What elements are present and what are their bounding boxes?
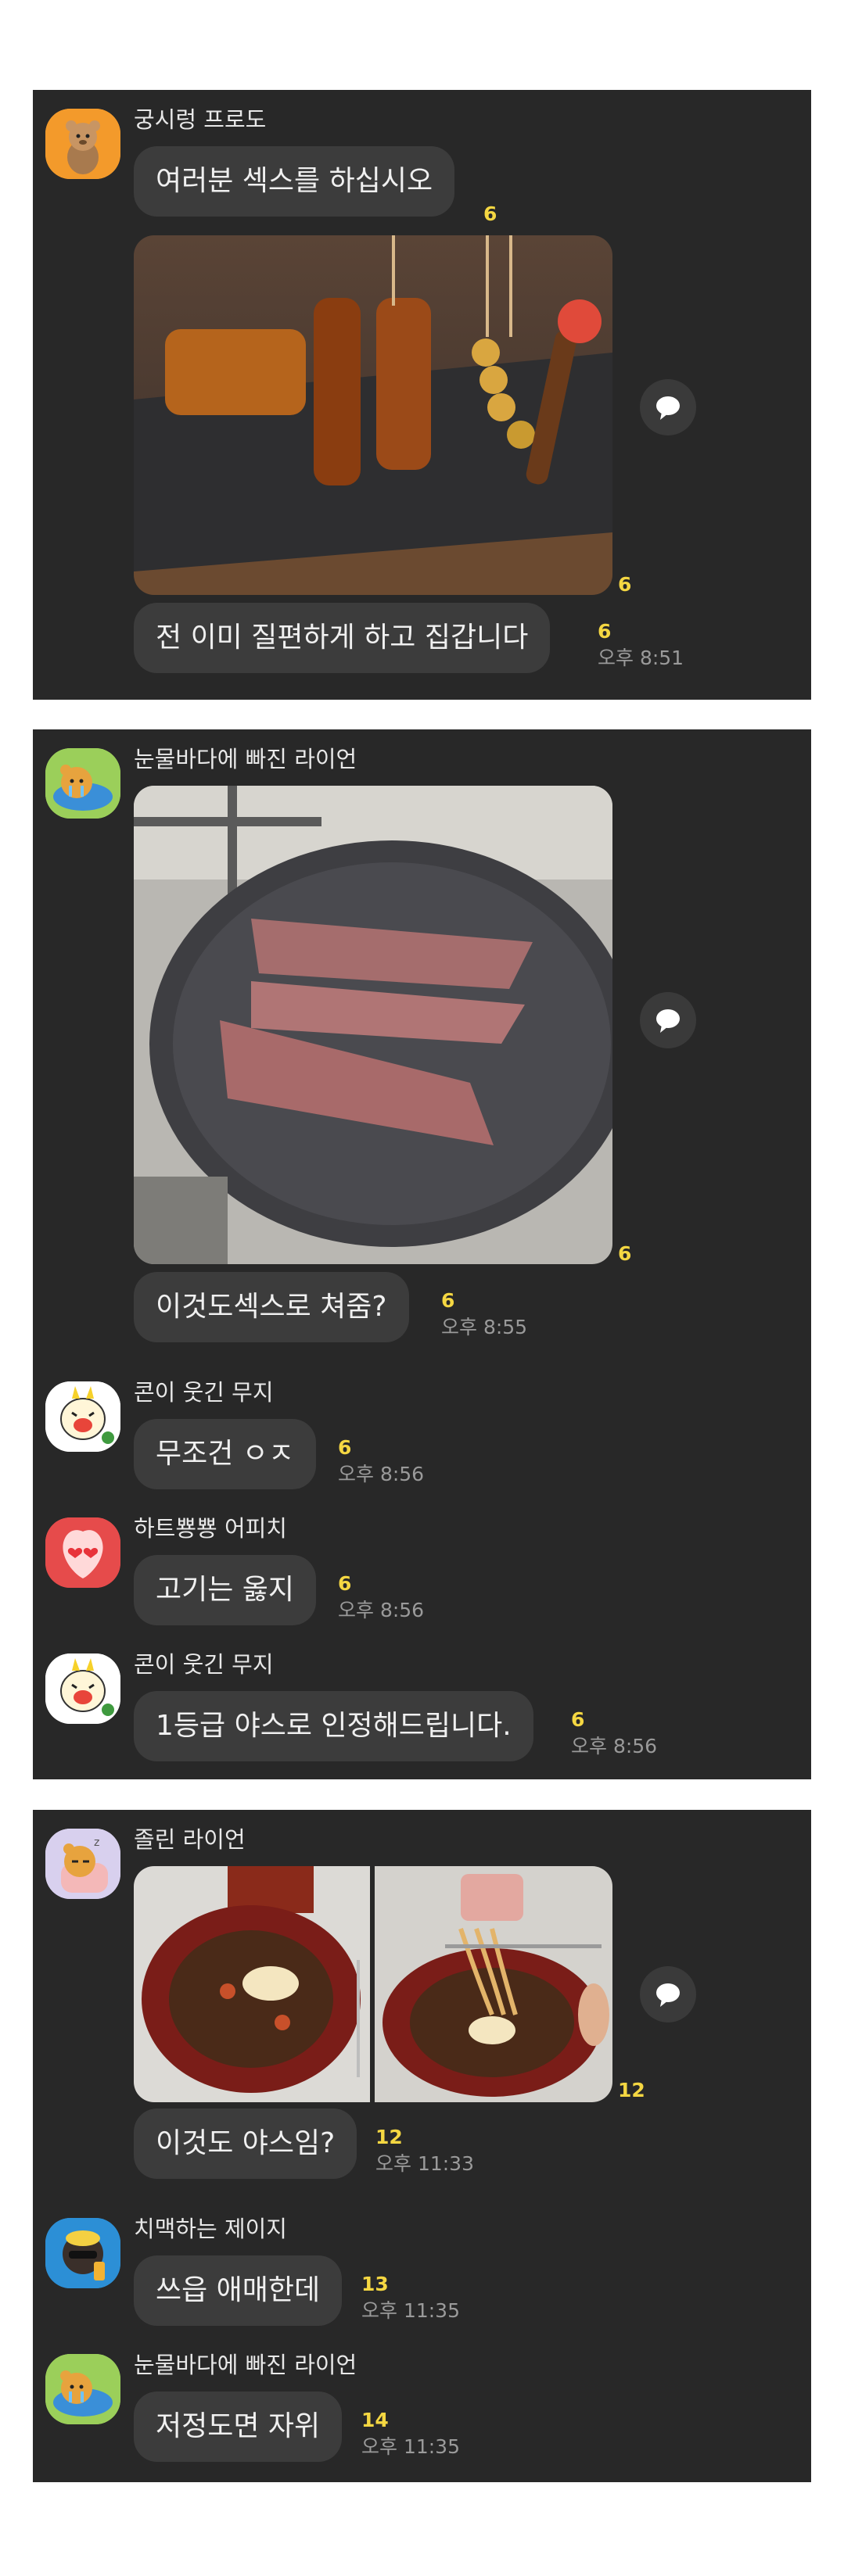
yakitori-image	[134, 235, 612, 595]
ryan-tears-avatar-icon	[45, 748, 120, 819]
photo-unread-count: 6	[618, 1242, 632, 1265]
chat-panel-1: 궁시렁 프로도 여러분 섹스를 하십시오 6 6 전 이미 질편하게 하고 집갑…	[33, 90, 811, 700]
unread-count: 13	[361, 2273, 389, 2295]
muzi-laugh-avatar[interactable]	[45, 1653, 120, 1724]
message-bubble[interactable]: 1등급 야스로 인정해드립니다.	[134, 1691, 533, 1761]
share-button[interactable]	[640, 992, 696, 1048]
photo-yakitori[interactable]	[134, 235, 612, 595]
share-button[interactable]	[640, 379, 696, 435]
ryan-tears-avatar[interactable]	[45, 748, 120, 819]
message-bubble[interactable]: 이것도섹스로 쳐줌?	[134, 1272, 409, 1342]
chat-panel-3: z 졸린 라이언 12 이것도 야스임? 12 오후 11:33 치맥하는 제이…	[33, 1810, 811, 2482]
share-icon	[656, 1009, 680, 1033]
apeach-heart-avatar-icon	[45, 1517, 120, 1588]
jay-g-avatar[interactable]	[45, 2218, 120, 2288]
message-time: 오후 8:56	[338, 1599, 425, 1621]
message-time: 오후 8:51	[598, 647, 684, 669]
noodle-lift-image	[375, 1866, 612, 2102]
unread-count: 6	[338, 1436, 352, 1459]
message-time: 오후 8:56	[571, 1735, 658, 1757]
message-bubble[interactable]: 무조건 ㅇㅈ	[134, 1419, 317, 1489]
noodle-bowl-image	[134, 1866, 370, 2102]
message-bubble[interactable]: 이것도 야스임?	[134, 2108, 357, 2179]
sender-name: 눈물바다에 빠진 라이언	[134, 2352, 357, 2378]
message-bubble[interactable]: 전 이미 질편하게 하고 집갑니다	[134, 603, 551, 673]
photo-noodle-bowl-2[interactable]	[375, 1866, 612, 2102]
message-time: 오후 11:33	[375, 2152, 474, 2175]
unread-count: 6	[571, 1708, 585, 1731]
apeach-heart-avatar[interactable]	[45, 1517, 120, 1588]
share-icon	[656, 396, 680, 420]
share-button[interactable]	[640, 1966, 696, 2022]
ryan-tears-avatar[interactable]	[45, 2354, 120, 2424]
photo-unread-count: 6	[618, 573, 632, 596]
message-bubble[interactable]: 여러분 섹스를 하십시오	[134, 146, 455, 217]
message-time: 오후 8:55	[441, 1316, 528, 1338]
ryan-sleepy-avatar-icon: z	[45, 1829, 120, 1899]
message-bubble[interactable]: 쓰읍 애매한데	[134, 2255, 343, 2326]
message-time: 오후 11:35	[361, 2299, 460, 2322]
jay-g-avatar-icon	[45, 2218, 120, 2288]
svg-text:z: z	[94, 1836, 99, 1849]
unread-count: 12	[375, 2126, 403, 2148]
ryan-sleepy-avatar[interactable]: z	[45, 1829, 120, 1899]
message-bubble[interactable]: 저정도면 자위	[134, 2391, 343, 2462]
message-time: 오후 8:56	[338, 1463, 425, 1485]
unread-count: 14	[361, 2409, 389, 2431]
chat-panel-2: 눈물바다에 빠진 라이언 6 이것도섹스로 쳐줌? 6 오후 8:55 콘이 웃…	[33, 729, 811, 1779]
frodo-avatar-icon	[45, 109, 120, 179]
message-time: 오후 11:35	[361, 2435, 460, 2458]
frodo-avatar[interactable]	[45, 109, 120, 179]
unread-count: 6	[441, 1289, 455, 1312]
muzi-laugh-avatar[interactable]	[45, 1381, 120, 1452]
ryan-tears-avatar-icon	[45, 2354, 120, 2424]
unread-count: 6	[483, 202, 497, 225]
sender-name: 눈물바다에 빠진 라이언	[134, 746, 357, 772]
steak-pan-image	[134, 786, 612, 1264]
photo-noodle-bowl-1[interactable]	[134, 1866, 370, 2102]
muzi-laugh-avatar-icon	[45, 1653, 120, 1724]
share-icon	[656, 1983, 680, 2007]
message-bubble[interactable]: 고기는 옳지	[134, 1555, 317, 1625]
photo-unread-count: 12	[618, 2079, 645, 2101]
sender-name: 궁시렁 프로도	[134, 106, 267, 133]
sender-name: 졸린 라이언	[134, 1826, 246, 1853]
unread-count: 6	[598, 620, 612, 643]
muzi-laugh-avatar-icon	[45, 1381, 120, 1452]
photo-steak-pan[interactable]	[134, 786, 612, 1264]
sender-name: 콘이 웃긴 무지	[134, 1651, 274, 1678]
sender-name: 콘이 웃긴 무지	[134, 1379, 274, 1406]
unread-count: 6	[338, 1572, 352, 1595]
sender-name: 치맥하는 제이지	[134, 2216, 287, 2242]
sender-name: 하트뿅뿅 어피치	[134, 1515, 287, 1542]
